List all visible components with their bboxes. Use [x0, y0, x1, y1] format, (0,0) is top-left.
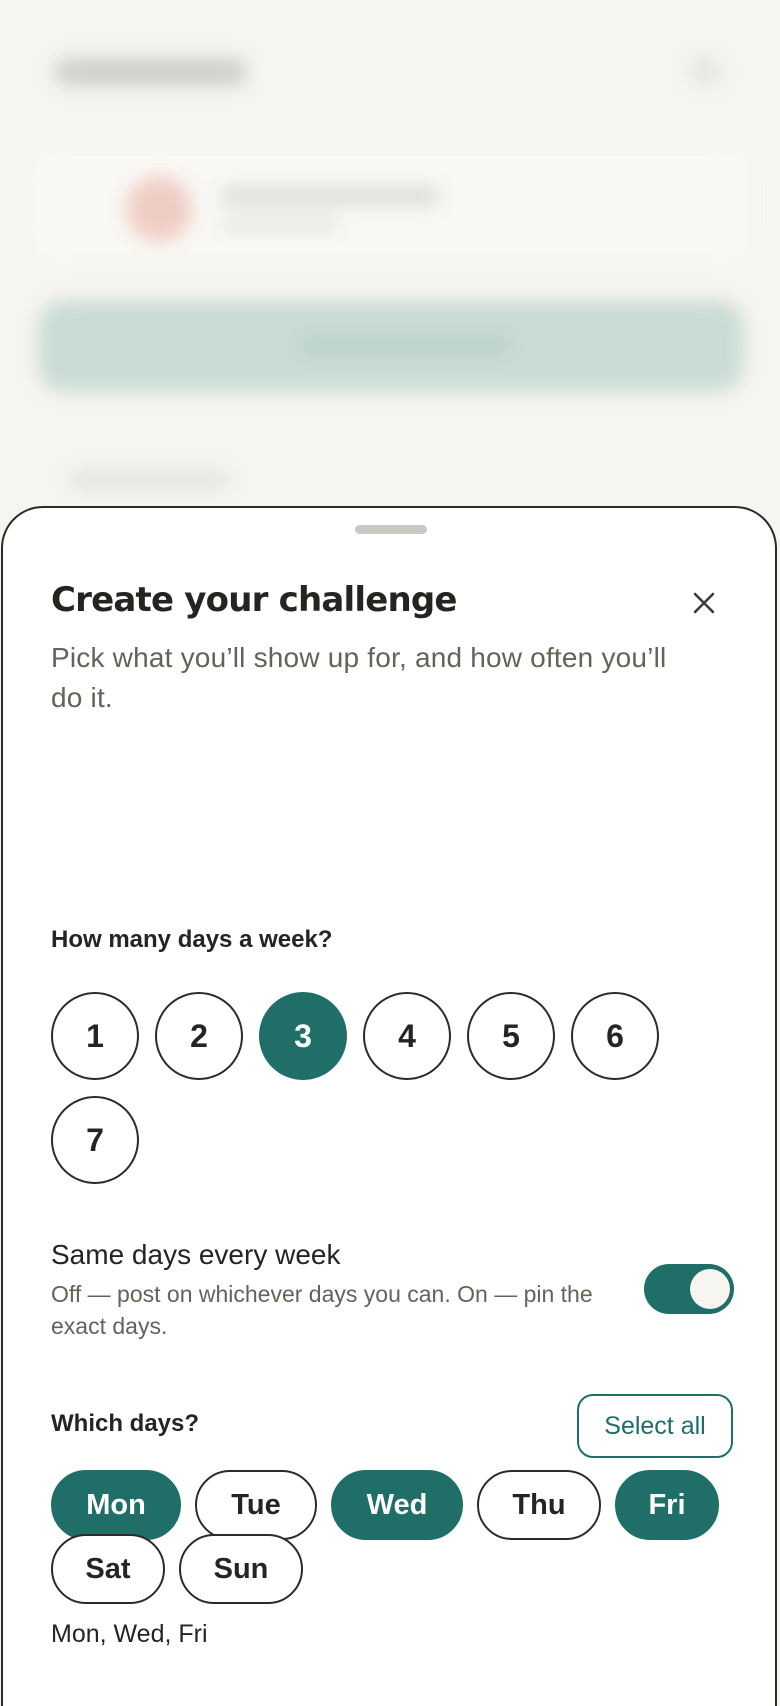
close-icon: [693, 592, 715, 614]
day-chip-sun[interactable]: Sun: [179, 1534, 303, 1604]
menu-icon: [690, 56, 720, 86]
which-days-question: Which days?: [51, 1410, 200, 1437]
day-chip-sat[interactable]: Sat: [51, 1534, 165, 1604]
days-per-week-option-2[interactable]: 2: [155, 992, 243, 1080]
frequency-question: How many days a week?: [51, 926, 333, 953]
day-chip-wed[interactable]: Wed: [331, 1470, 463, 1540]
drag-handle[interactable]: [355, 525, 427, 534]
day-chip-tue[interactable]: Tue: [195, 1470, 317, 1540]
profile-name: [220, 186, 440, 206]
day-chip-mon[interactable]: Mon: [51, 1470, 181, 1540]
days-per-week-option-7[interactable]: 7: [51, 1096, 139, 1184]
section-heading: [70, 470, 230, 490]
day-chip-fri[interactable]: Fri: [615, 1470, 719, 1540]
days-per-week-option-4[interactable]: 4: [363, 992, 451, 1080]
profile-meta: [220, 218, 340, 232]
selected-days-summary: Mon, Wed, Fri: [51, 1620, 208, 1648]
days-per-week-option-5[interactable]: 5: [467, 992, 555, 1080]
days-per-week-option-6[interactable]: 6: [571, 992, 659, 1080]
sheet-title: Create your challenge: [51, 580, 457, 620]
close-button[interactable]: [679, 578, 729, 628]
days-per-week-option-3[interactable]: 3: [259, 992, 347, 1080]
sheet-subtitle: Pick what you’ll show up for, and how of…: [51, 642, 667, 713]
same-days-description: Off — post on whichever days you can. On…: [51, 1281, 593, 1339]
same-days-toggle[interactable]: [644, 1264, 734, 1314]
app-logo: [56, 58, 246, 86]
days-per-week-option-1[interactable]: 1: [51, 992, 139, 1080]
day-chip-thu[interactable]: Thu: [477, 1470, 601, 1540]
same-days-title: Same days every week: [51, 1239, 341, 1270]
bottom-sheet: Create your challenge Pick what you’ll s…: [1, 506, 777, 1706]
select-all-button[interactable]: Select all: [577, 1394, 733, 1458]
toggle-knob: [690, 1269, 730, 1309]
primary-action-label: [300, 336, 510, 354]
avatar: [126, 176, 192, 242]
